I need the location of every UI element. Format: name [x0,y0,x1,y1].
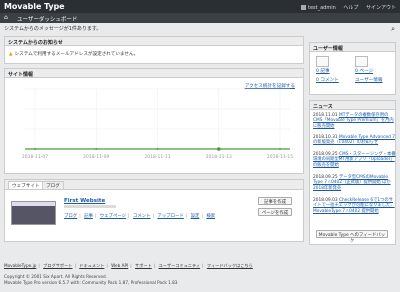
site-tabs: ウェブサイト ブログ [5,180,303,190]
logout-link[interactable]: サインアウト [366,5,396,11]
page-icon [355,56,368,67]
dashboard-title: ユーザーダッシュボード [17,17,78,23]
news-item[interactable]: 2018.09.03 CheckRelease 6で1つのサイトで一括チェックが… [313,198,397,214]
search-icon[interactable]: ⌕ [391,25,395,34]
data-point [156,148,159,150]
copyright: Copyright © 2001 Six Apart. All Rights R… [4,274,107,279]
site-stats-title: サイト情報 [5,69,303,78]
app-logo[interactable]: Movable Type [4,2,65,11]
help-link[interactable]: ヘルプ [343,5,358,11]
link-comments[interactable]: コメント [133,214,151,219]
tab-website[interactable]: ウェブサイト [8,181,44,189]
home-icon[interactable]: ⌂ [4,15,10,21]
warning-text: システムで利用するメールアドレスが設定されていません。 [14,52,139,57]
data-point [279,148,281,150]
link-settings[interactable]: 設定 [191,214,200,219]
version-info: Movable Type Pro version 6.5.7 with: Com… [4,280,178,285]
x-tick-label: 2018-11-11 [144,154,170,160]
footer-links: MovableType.jp | ブログサポート | ドキュメント | Web API… [4,263,253,268]
user-pages-link[interactable]: 0 ページ [355,68,373,74]
news-item[interactable]: 2018.09.25 データ型CMSのMovable Type 7 r.0402… [313,175,397,191]
user-profile-link[interactable]: ユーザー情報 [355,77,382,83]
footer-link[interactable]: Web API [111,263,128,268]
data-point [216,147,221,151]
link-blog[interactable]: ブログ [64,214,77,219]
user-entries-link[interactable]: 0 記事 [316,68,330,74]
top-links: test_admin ヘルプ サインアウト [295,4,396,11]
link-search[interactable]: 検索 [206,214,215,219]
user-comments-link[interactable]: 0 コメント [316,77,339,83]
context-bar: ⌂ ユーザーダッシュボード [0,13,400,23]
link-pages[interactable]: ウェブページ [100,214,126,219]
x-tick-label: 2018-11-09 [83,154,109,160]
news-item[interactable]: 2018.09.25 CMS・スターージング・本番環境の同期型MT用新アプリ「U… [313,152,397,168]
system-notice-title: システムからのお知らせ [5,37,303,46]
user-menu[interactable]: test_admin [301,5,336,11]
link-uploads[interactable]: アップロード [157,214,183,219]
system-message: システムからのメッセージが1件あります。 [4,26,102,32]
site-name-link[interactable]: First Website [64,198,105,204]
top-bar: Movable Type test_admin ヘルプ サインアウト [0,0,400,13]
footer-link[interactable]: ドキュメント [79,263,104,268]
link-entries[interactable]: 記事 [84,214,93,219]
sites-panel: ウェブサイト ブログ First Website ブログ | 記事 | ウェブページ… [4,179,304,242]
x-tick-label: 2018-11-15 [267,154,293,160]
footer-link[interactable]: ブログサポート [43,263,72,268]
site-thumbnail[interactable] [11,201,56,225]
entry-icon [316,56,329,67]
news-item[interactable]: 2018.10.31 Movable Type Advanced 7の新版発売（… [313,135,397,146]
user-avatar-icon [301,5,306,10]
data-point [34,148,36,150]
tab-blog[interactable]: ブログ [42,181,64,189]
stats-chart: 2018-11-07 2018-11-09 2018-11-11 2018-11-13… [22,88,293,160]
news-item[interactable]: 2018.11.01 MTデータの複数保存用のCMS「Movable Type … [313,113,397,129]
site-url [64,205,116,208]
news-title: ニュース [310,101,395,110]
feedback-button[interactable]: Movable Type へのフィードバック [316,230,388,244]
x-tick-label: 2018-11-07 [22,154,48,160]
footer-link[interactable]: MovableType.jp [4,263,36,268]
x-tick-label: 2018-11-13 [206,154,232,160]
site-stats-panel: サイト情報 アクセス統計を記録する 2018-11-07 2018-11-09 20… [4,68,304,217]
footer-link[interactable]: フィードバックはこちら [207,263,253,268]
system-notice-panel: システムからのお知らせ ▲ システムで利用するメールアドレスが設定されていません。 [4,36,304,64]
warning-icon: ▲ [9,52,13,57]
user-info-panel: ユーザー情報 0 記事 0 ページ 0 コメント ユーザー情報 [309,42,396,95]
data-point [95,148,98,150]
news-panel: ニュース 2018.11.01 MTデータの複数保存用のCMS「Movable … [309,100,396,245]
username: test_admin [308,5,336,11]
create-page-button[interactable]: ページを作成 [258,208,292,216]
user-info-title: ユーザー情報 [310,43,395,52]
site-links: ブログ | 記事 | ウェブページ | コメント | アップロード | 設定 | 検索 [64,214,216,219]
warning-message: ▲ システムで利用するメールアドレスが設定されていません。 [9,51,138,57]
footer-link[interactable]: ユーザーコミュニティ [159,263,201,268]
footer-link[interactable]: サポート [135,263,152,268]
create-entry-button[interactable]: 記事を作成 [258,197,292,205]
